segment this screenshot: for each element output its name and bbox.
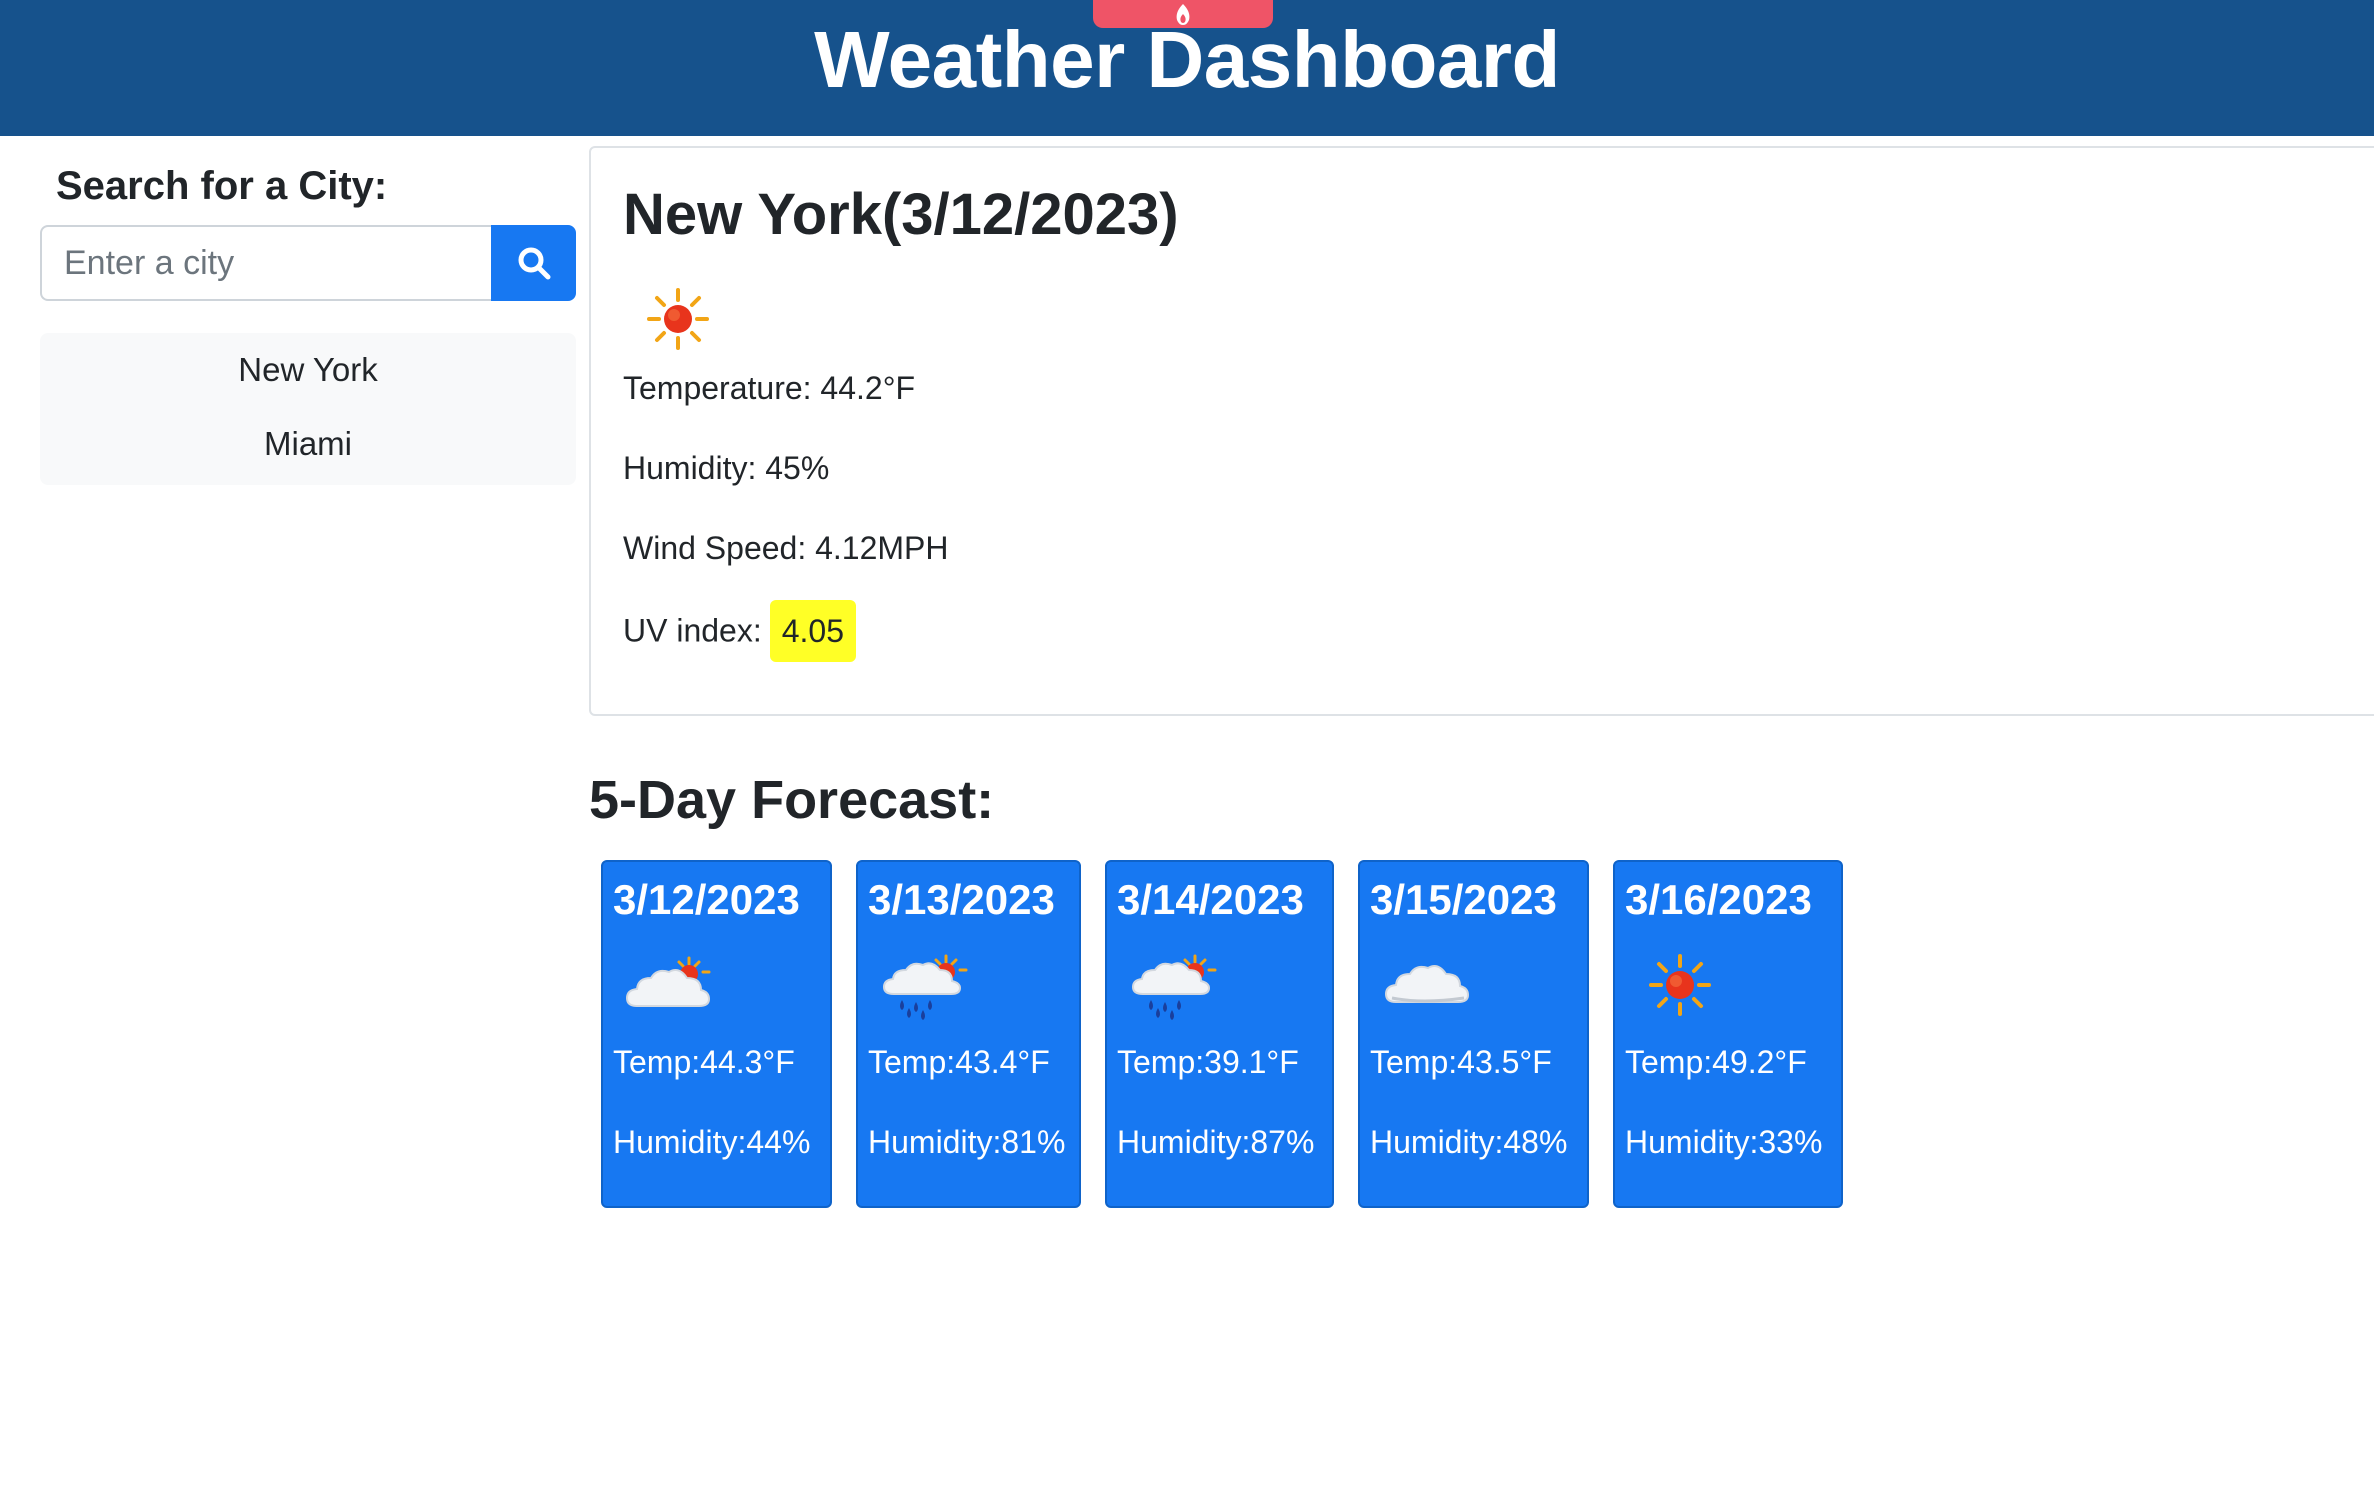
search-button[interactable] [491, 225, 576, 301]
forecast-temp: Temp:44.3°F [613, 1044, 795, 1080]
forecast-card: 3/16/2023 Temp:49.2°F Humidity:33% [1613, 860, 1843, 1208]
current-humidity: Humidity: 45% [623, 450, 830, 486]
city-search-input[interactable] [40, 225, 491, 301]
rain-sun-icon [880, 950, 970, 1020]
forecast-humidity: Humidity:44% [613, 1124, 811, 1160]
forecast-humidity: Humidity:48% [1370, 1124, 1568, 1160]
forecast-temp: Temp:43.5°F [1370, 1044, 1552, 1080]
forecast-date: 3/12/2023 [613, 876, 800, 923]
current-weather-card: New York(3/12/2023) Temperature: 44.2°F … [589, 146, 2374, 716]
forecast-date: 3/15/2023 [1370, 876, 1557, 923]
forecast-date: 3/14/2023 [1117, 876, 1304, 923]
forecast-temp: Temp:43.4°F [868, 1044, 1050, 1080]
history-item-new-york[interactable]: New York [40, 333, 576, 407]
cloud-icon [1382, 950, 1472, 1020]
forecast-date: 3/16/2023 [1625, 876, 1812, 923]
forecast-temp: Temp:49.2°F [1625, 1044, 1807, 1080]
search-label: Search for a City: [56, 164, 388, 208]
page-title: Weather Dashboard [814, 15, 1560, 104]
forecast-humidity: Humidity:81% [868, 1124, 1066, 1160]
partly-cloudy-icon [625, 950, 715, 1020]
current-city-title: New York(3/12/2023) [623, 182, 1179, 247]
forecast-card: 3/13/2023 Temp:43.4°F Humidity:81% [856, 860, 1081, 1208]
current-wind-speed: Wind Speed: 4.12MPH [623, 530, 949, 566]
sun-icon [643, 284, 713, 354]
forecast-humidity: Humidity:33% [1625, 1124, 1823, 1160]
search-history-list: New York Miami [40, 333, 576, 485]
sun-icon [1645, 950, 1715, 1020]
forecast-temp: Temp:39.1°F [1117, 1044, 1299, 1080]
forecast-humidity: Humidity:87% [1117, 1124, 1315, 1160]
search-form [40, 225, 576, 301]
current-uv-row: UV index: 4.05 [623, 597, 857, 662]
forecast-card: 3/15/2023 Temp:43.5°F Humidity:48% [1358, 860, 1589, 1208]
forecast-heading: 5-Day Forecast: [589, 770, 995, 830]
forecast-card: 3/12/2023 Temp:44.3°F Humidity:44% [601, 860, 832, 1208]
forecast-date: 3/13/2023 [868, 876, 1055, 923]
app-header: Weather Dashboard [0, 0, 2374, 136]
uv-label: UV index: [623, 612, 762, 649]
forecast-card: 3/14/2023 Temp:39.1°F Humidity:87% [1105, 860, 1334, 1208]
search-icon [518, 247, 550, 280]
current-temperature: Temperature: 44.2°F [623, 370, 916, 406]
uv-index-badge: 4.05 [769, 599, 857, 662]
rain-sun-icon [1129, 950, 1219, 1020]
history-item-miami[interactable]: Miami [40, 407, 576, 481]
